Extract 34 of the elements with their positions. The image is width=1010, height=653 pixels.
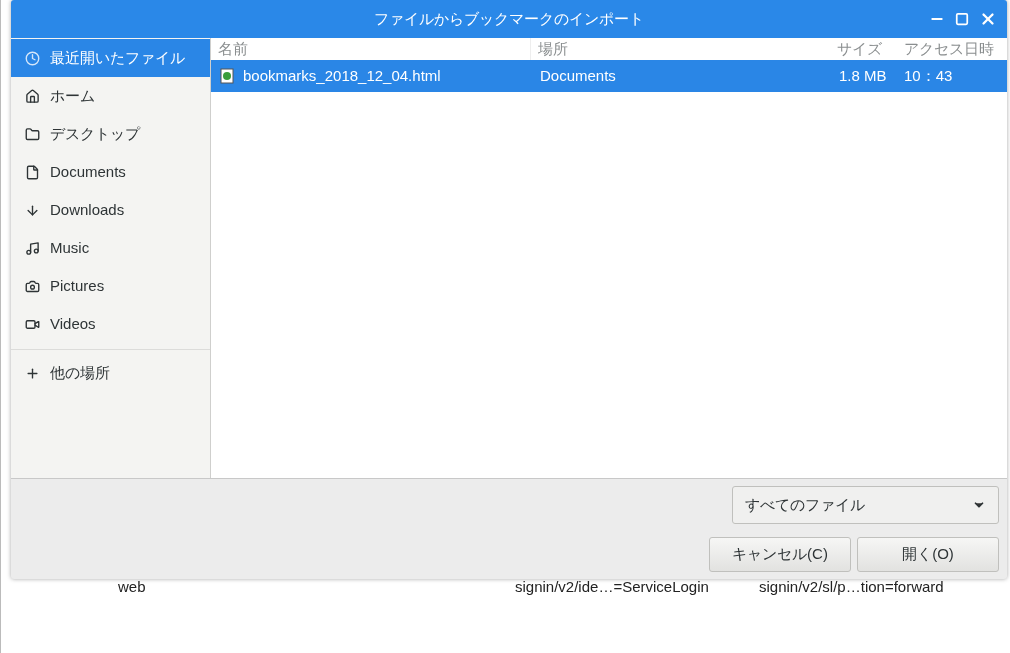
column-header[interactable]: アクセス日時 [899, 37, 994, 61]
open-button[interactable]: 開く(O) [857, 537, 999, 572]
close-icon[interactable] [979, 10, 997, 28]
folder-icon [25, 126, 40, 142]
home-icon [25, 88, 40, 104]
table-cell-text: 1.8 MB [838, 65, 888, 86]
table-cell-text: Documents [539, 65, 617, 86]
table-cell-text: 10：43 [903, 65, 953, 86]
sidebar-item[interactable]: Music [11, 229, 210, 267]
table-cell-text: signin/v2/ide…=ServiceLogin [515, 577, 710, 597]
window-title: ファイルからブックマークのインポート [374, 8, 644, 29]
music-icon [25, 240, 40, 256]
camera-icon [25, 278, 40, 294]
html-file-icon [220, 68, 234, 84]
maximize-icon[interactable] [955, 12, 969, 26]
file-type-dropdown[interactable]: すべてのファイル [732, 486, 999, 524]
sidebar-item[interactable]: デスクトップ [11, 115, 210, 153]
file-row[interactable]: bookmarks_2018_12_04.html Documents 1.8 MB 10：43 [211, 60, 1007, 92]
sidebar-item[interactable]: Pictures [11, 267, 210, 305]
table-cell-text: signin/v2/sl/p…tion=forward [759, 577, 944, 597]
column-header[interactable]: 場所 [531, 37, 831, 61]
cancel-button[interactable]: キャンセル(C) [709, 537, 851, 572]
sidebar-item[interactable]: Downloads [11, 191, 210, 229]
clock-icon [25, 50, 40, 66]
sidebar-item[interactable]: ホーム [11, 77, 210, 115]
download-icon [25, 202, 40, 218]
file-icon [25, 164, 40, 180]
sidebar-item[interactable]: Documents [11, 153, 210, 191]
sidebar-item[interactable]: 他の場所 [11, 354, 210, 392]
sidebar-item[interactable]: 最近開いたファイル [11, 39, 210, 77]
table-cell-text: bookmarks_2018_12_04.html [243, 65, 441, 86]
sidebar-item[interactable]: Videos [11, 305, 210, 343]
table-cell-text: web [118, 577, 147, 597]
plus-icon [25, 365, 40, 381]
